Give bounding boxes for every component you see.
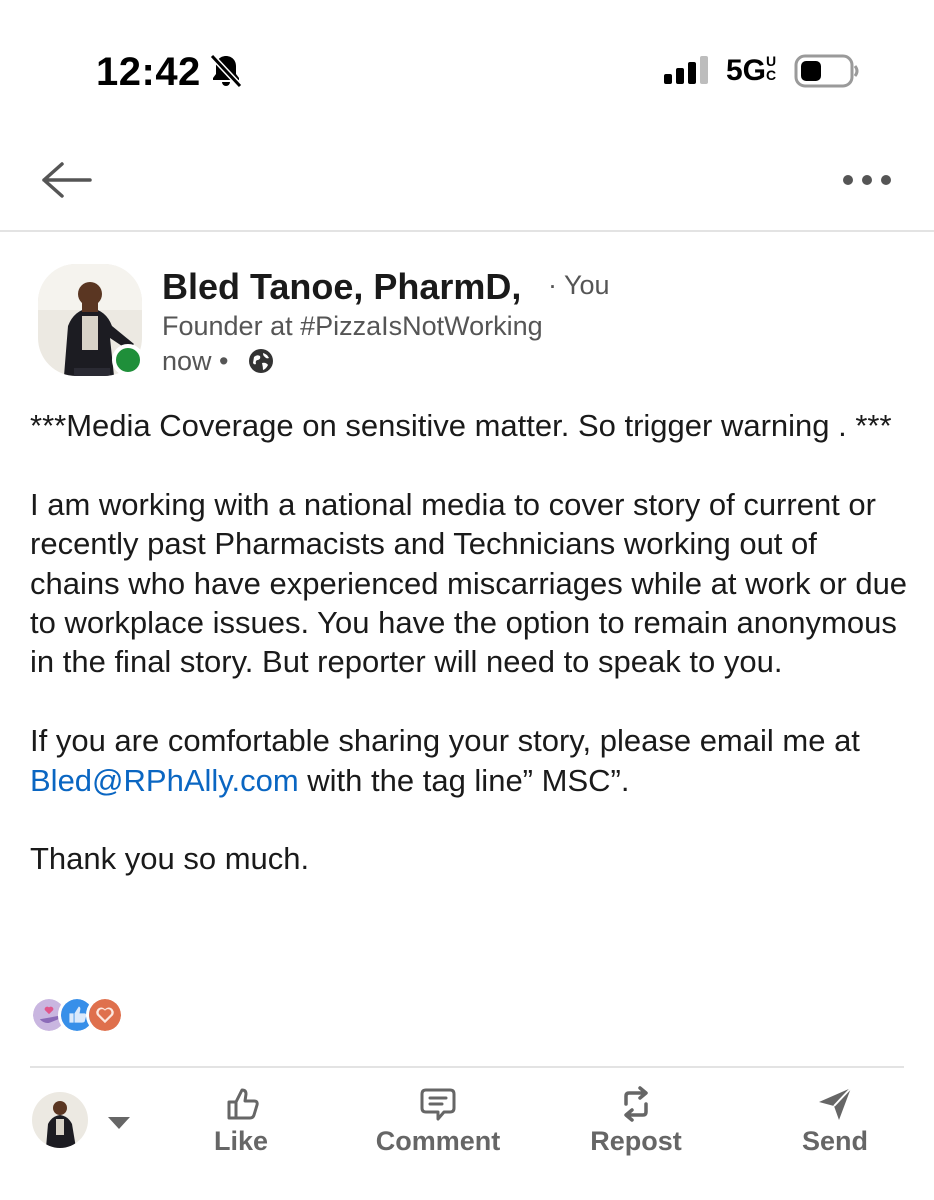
comment-button[interactable]: Comment (360, 1084, 516, 1174)
love-reaction-icon (86, 996, 124, 1034)
top-navigation (0, 130, 934, 232)
repost-icon (624, 1086, 648, 1122)
post-paragraph-with-link: If you are comfortable sharing your stor… (30, 721, 910, 800)
author-headline: Founder at #PizzaIsNotWorking (162, 311, 543, 341)
send-button[interactable]: Send (792, 1084, 878, 1174)
chevron-down-icon[interactable] (106, 1115, 132, 1131)
comment-label: Comment (375, 1126, 501, 1156)
online-status-dot (112, 344, 144, 376)
send-icon (819, 1087, 852, 1120)
connection-degree: · You (548, 270, 610, 300)
like-label: Like (213, 1126, 269, 1156)
action-divider (30, 1066, 904, 1068)
battery-icon (794, 54, 859, 88)
more-options-icon[interactable] (838, 166, 896, 194)
actor-avatar[interactable] (32, 1092, 88, 1148)
status-time: 12:42 (96, 50, 201, 94)
signal-bars-icon (664, 56, 708, 84)
comment-icon (420, 1088, 456, 1121)
post-paragraph: I am working with a national media to co… (30, 486, 908, 680)
network-sup: UC (766, 53, 777, 83)
thumbs-up-icon (227, 1088, 259, 1120)
email-link[interactable]: Bled@RPhAlly.com (30, 763, 299, 798)
post-paragraph: ***Media Coverage on sensitive matter. S… (30, 408, 892, 443)
repost-button[interactable]: Repost (578, 1084, 694, 1174)
status-bar: 12:42 5GUC (0, 0, 934, 130)
back-arrow-icon[interactable] (38, 158, 94, 202)
post-timestamp: now • (162, 346, 229, 376)
bell-slash-icon (209, 53, 243, 89)
author-name[interactable]: Bled Tanoe, PharmD, (162, 266, 521, 308)
post-text: If you are comfortable sharing your stor… (30, 723, 860, 759)
post-body: ***Media Coverage on sensitive matter. S… (30, 406, 910, 879)
send-label: Send (801, 1126, 868, 1156)
globe-icon (249, 349, 273, 373)
like-button[interactable]: Like (200, 1084, 282, 1174)
network-type: 5GUC (726, 54, 778, 88)
repost-label: Repost (590, 1126, 682, 1156)
post-paragraph: Thank you so much. (30, 841, 310, 877)
post-text: with the tag line” MSC”. (298, 762, 630, 798)
network-label-text: 5G (726, 54, 767, 87)
